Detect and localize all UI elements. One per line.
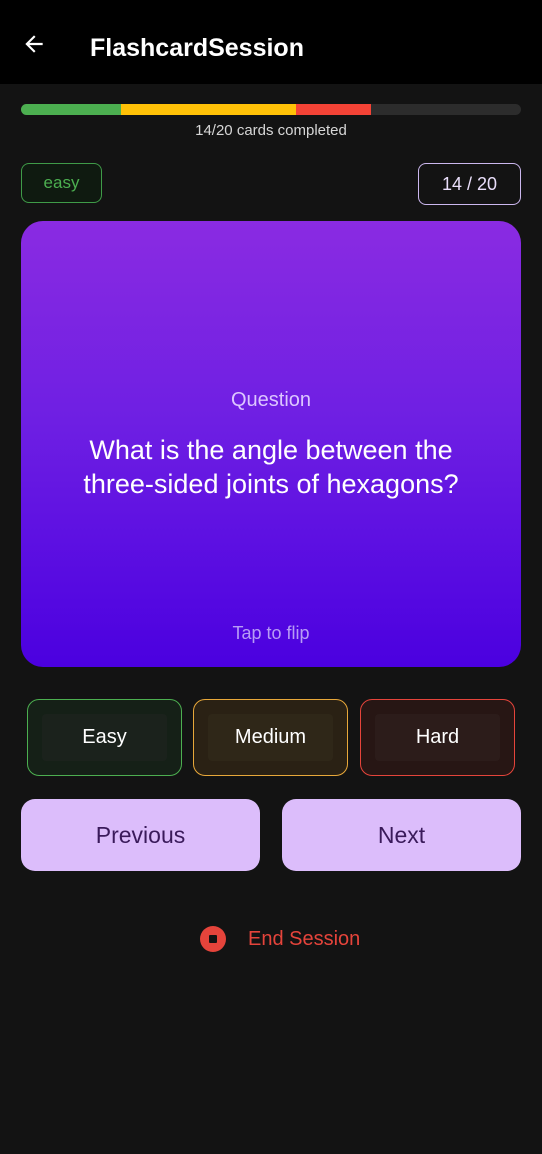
progress-label: 14/20 cards completed bbox=[195, 122, 347, 139]
card-counter: 14 / 20 bbox=[418, 163, 521, 205]
flip-hint: Tap to flip bbox=[232, 623, 310, 643]
stop-circle-icon bbox=[200, 926, 226, 952]
rate-easy-button[interactable]: Easy bbox=[27, 699, 182, 776]
difficulty-badge: easy bbox=[21, 163, 102, 203]
rate-medium-button[interactable]: Medium bbox=[193, 699, 348, 776]
rate-medium-label: Medium bbox=[234, 726, 307, 748]
rate-easy-label: Easy bbox=[82, 726, 127, 748]
app-bar: FlashcardSession bbox=[0, 0, 542, 84]
progress-bar bbox=[21, 104, 521, 115]
page-title: FlashcardSession bbox=[90, 34, 304, 62]
card-side-label: Question bbox=[230, 389, 312, 411]
rate-hard-label: Hard bbox=[415, 726, 460, 748]
arrow-left-icon bbox=[25, 35, 43, 53]
previous-button[interactable]: Previous bbox=[21, 799, 260, 871]
progress-segment-easy bbox=[21, 104, 121, 115]
progress-segment-medium bbox=[121, 104, 296, 115]
back-button[interactable] bbox=[20, 30, 48, 58]
flashcard[interactable]: Question What is the angle between the t… bbox=[21, 221, 521, 667]
next-button[interactable]: Next bbox=[282, 799, 521, 871]
end-session-label: End Session bbox=[248, 927, 361, 950]
end-session-button[interactable]: End Session bbox=[200, 922, 360, 956]
rate-hard-button[interactable]: Hard bbox=[360, 699, 515, 776]
card-question: What is the angle between the three-side… bbox=[83, 435, 459, 499]
progress-segment-hard bbox=[296, 104, 371, 115]
